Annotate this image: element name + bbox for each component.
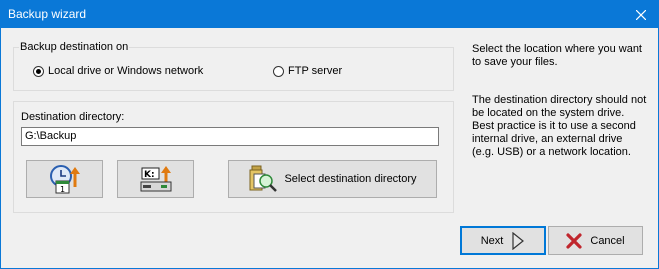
window-title: Backup wizard xyxy=(8,7,87,21)
destination-directory-input[interactable]: G:\Backup xyxy=(21,127,439,146)
help-intro-text: Select the location where you want to sa… xyxy=(472,43,642,68)
radio-local-drive-label: Local drive or Windows network xyxy=(48,65,204,77)
cancel-button-label: Cancel xyxy=(590,234,625,247)
radio-selected-dot xyxy=(36,68,41,74)
select-destination-directory-button[interactable]: Select destination directory xyxy=(228,160,437,198)
next-button[interactable]: Next xyxy=(460,226,546,255)
folder-search-icon xyxy=(249,165,278,192)
radio-ftp-server[interactable]: FTP server xyxy=(273,65,342,77)
radio-ftp-server-indicator[interactable] xyxy=(273,65,284,77)
directory-group: Destination directory: G:\Backup 1 K: Se… xyxy=(13,101,454,213)
title-bar: Backup wizard xyxy=(1,1,658,28)
destination-group: Backup destination on Local drive or Win… xyxy=(13,41,454,91)
next-button-label: Next xyxy=(480,234,504,247)
backup-wizard-window: Backup wizard Backup destination on Loca… xyxy=(0,0,659,269)
radio-ftp-server-label: FTP server xyxy=(288,65,343,77)
cancel-button[interactable]: Cancel xyxy=(548,226,643,255)
destination-group-legend: Backup destination on xyxy=(19,41,130,53)
destination-directory-label: Destination directory: xyxy=(21,111,125,123)
select-destination-directory-label: Select destination directory xyxy=(284,173,417,185)
close-icon[interactable] xyxy=(624,1,658,28)
radio-local-drive[interactable]: Local drive or Windows network xyxy=(33,65,203,77)
svg-text:K:: K: xyxy=(144,170,155,180)
calendar-clock-icon: 1 xyxy=(49,165,80,194)
schedule-backup-button[interactable]: 1 xyxy=(26,160,103,198)
drive-upload-icon: K: xyxy=(140,166,171,192)
svg-text:1: 1 xyxy=(60,185,65,194)
help-details-text: The destination directory should not be … xyxy=(472,94,647,158)
red-x-icon xyxy=(566,232,582,249)
drive-backup-button[interactable]: K: xyxy=(117,160,194,198)
play-arrow-icon xyxy=(512,231,525,250)
radio-local-drive-indicator[interactable] xyxy=(33,65,44,77)
